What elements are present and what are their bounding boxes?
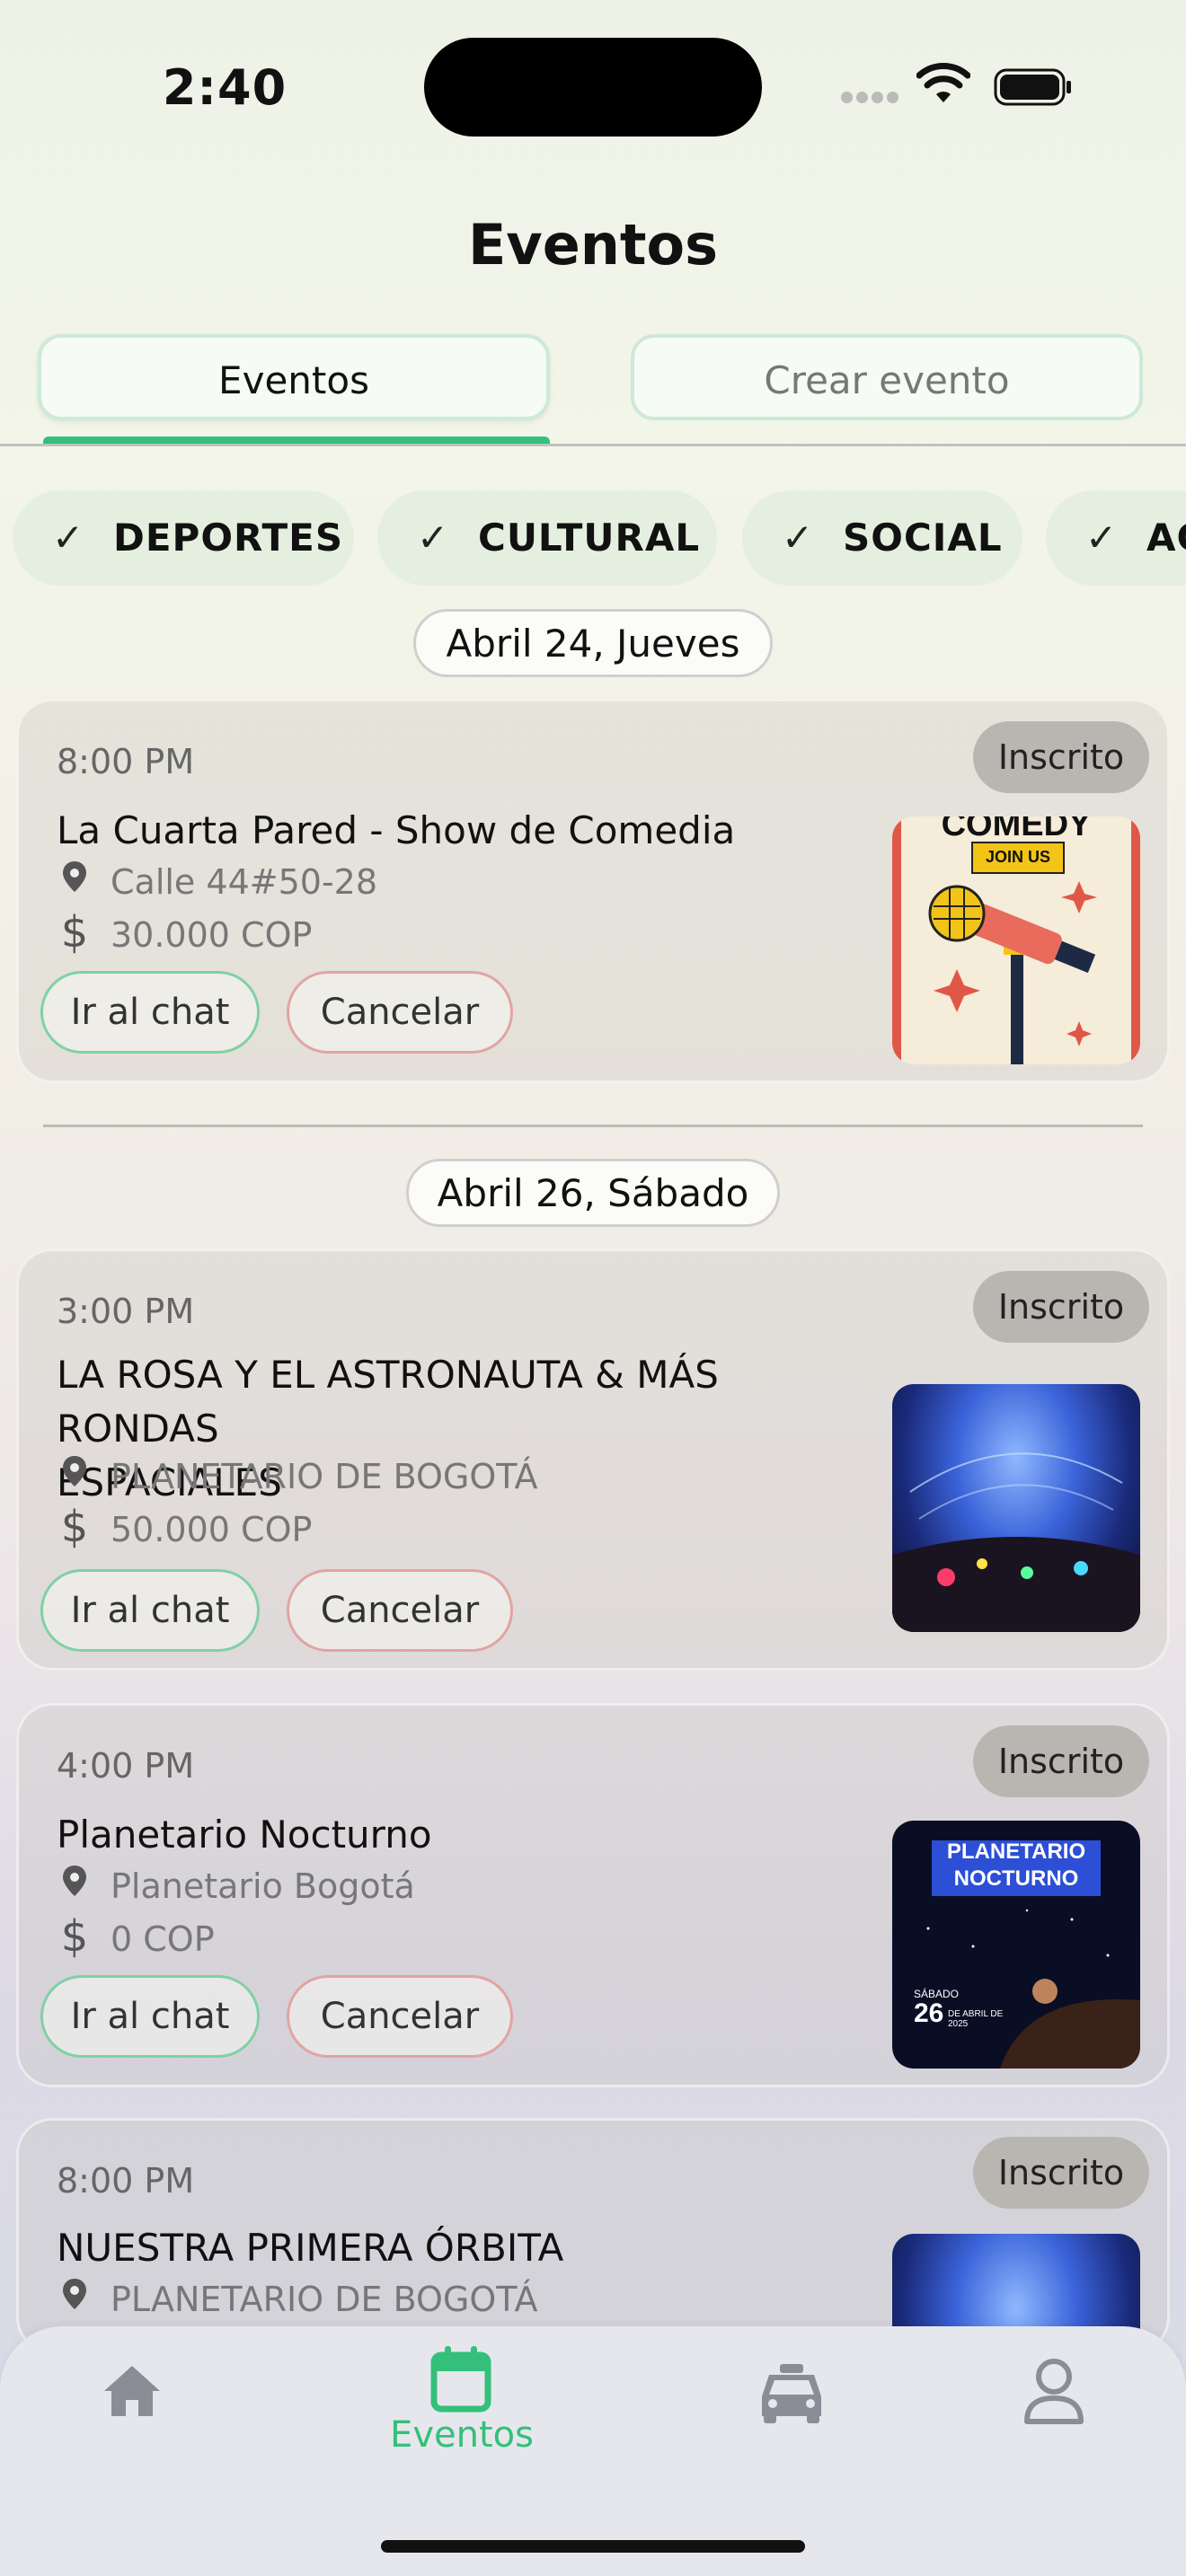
planetarium-dome-image (892, 1384, 1140, 1632)
location-pin-icon (57, 2275, 93, 2324)
event-title: Planetario Nocturno (57, 1813, 432, 1857)
microphone-illustration (928, 881, 1097, 1064)
dynamic-island (424, 38, 762, 137)
event-location: Planetario Bogotá (57, 1862, 415, 1910)
home-icon[interactable] (101, 2362, 164, 2420)
check-icon: ✓ (782, 516, 815, 560)
event-card[interactable]: 4:00 PM Inscrito Planetario Nocturno Pla… (16, 1703, 1170, 2087)
wifi-icon (916, 63, 970, 102)
tab-eventos[interactable]: Eventos (38, 334, 550, 420)
section-divider (43, 1125, 1143, 1127)
filter-chip-social[interactable]: ✓ SOCIAL (742, 490, 1022, 586)
status-badge: Inscrito (973, 1725, 1149, 1797)
event-time: 8:00 PM (57, 742, 195, 781)
event-time: 4:00 PM (57, 1746, 195, 1786)
filter-chip-deportes[interactable]: ✓ DEPORTES (13, 490, 354, 586)
tab-crear-evento[interactable]: Crear evento (631, 334, 1143, 420)
location-pin-icon (57, 1862, 93, 1910)
status-badge: Inscrito (973, 2137, 1149, 2209)
nav-label-eventos[interactable]: Eventos (363, 2414, 561, 2456)
event-card[interactable]: 3:00 PM Inscrito LA ROSA Y EL ASTRONAUTA… (16, 1248, 1170, 1671)
status-badge: Inscrito (973, 721, 1149, 793)
go-to-chat-button[interactable]: Ir al chat (40, 1975, 260, 2058)
event-time: 8:00 PM (57, 2161, 195, 2201)
location-pin-icon (57, 858, 93, 906)
dollar-icon: $ (60, 1911, 89, 1962)
car-icon[interactable] (757, 2362, 827, 2425)
calendar-icon[interactable] (429, 2344, 492, 2413)
date-header: Abril 24, Jueves (413, 609, 773, 677)
profile-icon[interactable] (1022, 2357, 1085, 2425)
event-time: 3:00 PM (57, 1292, 195, 1331)
dollar-icon: $ (60, 907, 89, 957)
event-title: NUESTRA PRIMERA ÓRBITA (57, 2226, 564, 2270)
comedy-poster-image: COMEDY JOIN US (892, 816, 1140, 1064)
battery-icon (994, 68, 1071, 106)
home-indicator (381, 2540, 805, 2553)
event-price: $50.000 COP (57, 1502, 313, 1554)
date-header: Abril 26, Sábado (406, 1159, 780, 1227)
event-title: La Cuarta Pared - Show de Comedia (57, 808, 736, 852)
go-to-chat-button[interactable]: Ir al chat (40, 1569, 260, 1652)
check-icon: ✓ (1085, 516, 1119, 560)
bottom-navigation (0, 2326, 1186, 2576)
dollar-icon: $ (60, 1502, 89, 1552)
tabs-divider (0, 444, 1186, 446)
filter-chip-cultural[interactable]: ✓ CULTURAL (377, 490, 717, 586)
event-price: $30.000 COP (57, 907, 313, 959)
filter-chip-ac[interactable]: ✓AC (1046, 490, 1186, 586)
location-pin-icon (57, 1452, 93, 1501)
cellular-signal-icon (841, 90, 902, 104)
status-badge: Inscrito (973, 1271, 1149, 1343)
event-price: $0 COP (57, 1912, 215, 1963)
event-location: PLANETARIO DE BOGOTÁ (57, 2275, 538, 2324)
go-to-chat-button[interactable]: Ir al chat (40, 971, 260, 1054)
check-icon: ✓ (52, 516, 85, 560)
event-location: Calle 44#50-28 (57, 858, 377, 906)
cancel-button[interactable]: Cancelar (287, 1975, 513, 2058)
cancel-button[interactable]: Cancelar (287, 971, 513, 1054)
cancel-button[interactable]: Cancelar (287, 1569, 513, 1652)
event-card[interactable]: 8:00 PM Inscrito NUESTRA PRIMERA ÓRBITA … (16, 2118, 1170, 2353)
page-title: Eventos (467, 212, 719, 278)
event-location: PLANETARIO DE BOGOTÁ (57, 1452, 538, 1501)
check-icon: ✓ (417, 516, 450, 560)
planetario-nocturno-poster-image: PLANETARIO NOCTURNO SÁBADO 26 DE ABRIL DE… (892, 1821, 1140, 2069)
status-time: 2:40 (162, 59, 288, 116)
event-card[interactable]: 8:00 PM Inscrito La Cuarta Pared - Show … (16, 699, 1170, 1083)
